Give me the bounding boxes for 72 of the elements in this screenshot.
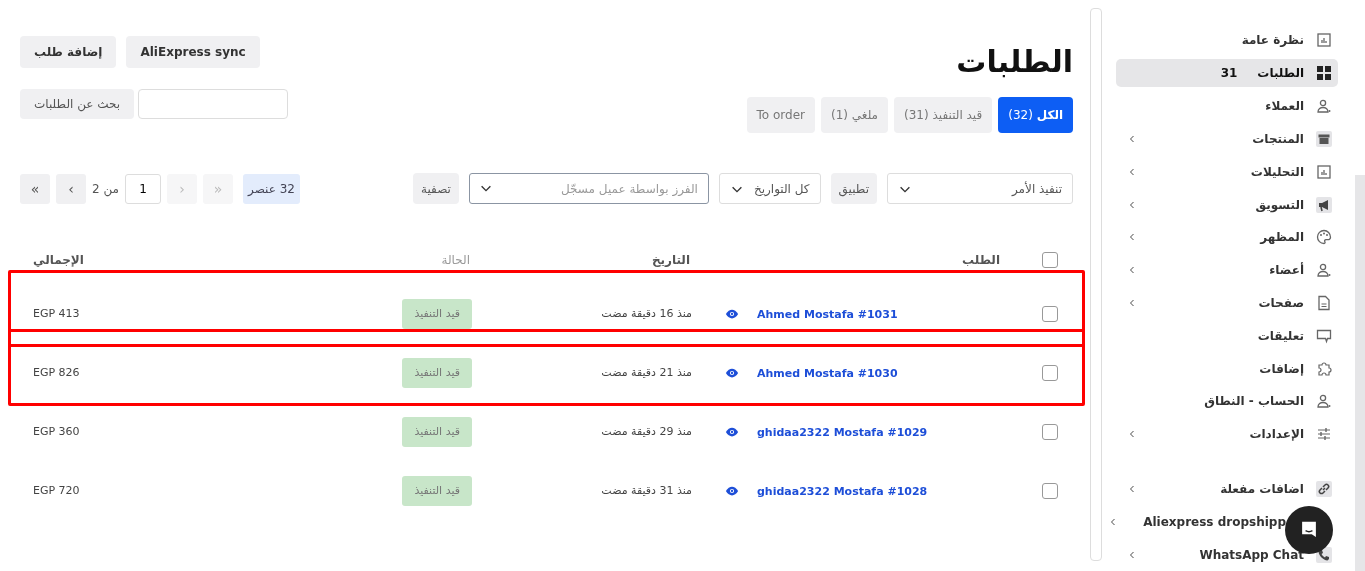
apply-button[interactable]: تطبيق xyxy=(830,173,877,204)
page-total: من 2 xyxy=(92,181,120,196)
sidebar-item[interactable]: نظرة عامة xyxy=(1116,24,1338,57)
link-icon xyxy=(1316,481,1332,497)
puzzle-icon xyxy=(1316,360,1332,377)
filter-button[interactable]: تصفية xyxy=(413,173,459,204)
megaphone-icon xyxy=(1316,196,1332,213)
sidebar-item[interactable]: اضافات مفعلة xyxy=(1116,472,1338,506)
date-text: منذ 31 دقيقة مضت xyxy=(600,484,693,497)
total-text: EGP 360 xyxy=(32,425,81,438)
item-count: 31 xyxy=(1220,65,1238,80)
sidebar-item[interactable]: العملاء xyxy=(1116,89,1338,123)
next-page-button[interactable]: › xyxy=(56,173,86,204)
sidebar-item[interactable]: التسويق xyxy=(1116,188,1338,221)
sidebar-item[interactable]: إضافات xyxy=(1116,352,1338,385)
column-header: الإجمالي xyxy=(32,253,85,267)
column-header: الحالة xyxy=(440,253,471,267)
sidebar-item[interactable]: أعضاء xyxy=(1116,253,1338,287)
sidebar-item[interactable]: تعليقات xyxy=(1116,319,1338,353)
sidebar-item[interactable]: التحليلات xyxy=(1116,155,1338,189)
bar-chart-icon xyxy=(1316,32,1332,49)
status-badge: قيد التنفيذ xyxy=(402,475,472,506)
sidebar-item[interactable]: الإعدادات xyxy=(1116,417,1338,451)
search-button[interactable]: بحث عن الطلبات xyxy=(20,89,135,119)
action-button[interactable]: AliExpress sync xyxy=(126,36,260,68)
scrollbar[interactable] xyxy=(1355,175,1365,571)
page-field[interactable]: 1 xyxy=(125,173,162,204)
order-link[interactable]: ghidaa2322 Mostafa #1029 xyxy=(757,425,928,439)
dropdown[interactable]: كل التواريخ xyxy=(718,173,821,204)
bar-chart-icon xyxy=(1316,163,1332,180)
sidebar-item[interactable]: المظهر xyxy=(1116,220,1338,254)
status-badge: قيد التنفيذ xyxy=(402,416,472,447)
row-checkbox[interactable] xyxy=(1042,305,1058,322)
sidebar-item[interactable]: صفحات xyxy=(1116,286,1338,320)
search-field[interactable] xyxy=(138,89,289,119)
item-count: 32 عنصر xyxy=(243,173,300,204)
users-icon xyxy=(1316,393,1332,410)
total-text: EGP 720 xyxy=(32,484,81,497)
status-badge: قيد التنفيذ xyxy=(402,298,472,329)
box-icon xyxy=(1316,130,1332,147)
users-icon xyxy=(1316,262,1332,279)
column-header: الطلب xyxy=(961,253,1001,267)
total-text: EGP 413 xyxy=(32,307,81,320)
select-all-checkbox[interactable] xyxy=(1042,252,1058,268)
row-checkbox[interactable] xyxy=(1042,423,1058,440)
scrollbar[interactable] xyxy=(1090,8,1102,561)
sidebar-item[interactable]: الحساب - النطاق xyxy=(1116,384,1338,418)
document-icon xyxy=(1316,294,1332,311)
column-header: التاريخ xyxy=(650,253,691,267)
palette-icon xyxy=(1316,229,1332,246)
date-text: منذ 21 دقيقة مضت xyxy=(600,366,693,379)
chat-icon xyxy=(1316,327,1332,344)
page-title: الطلبات xyxy=(956,44,1073,79)
last-page-button[interactable]: » xyxy=(20,173,50,204)
sliders-icon xyxy=(1316,426,1332,443)
dropdown[interactable]: تنفيذ الأمر xyxy=(887,173,1073,204)
users-icon xyxy=(1316,98,1332,115)
order-link[interactable]: Ahmed Mostafa #1031 xyxy=(757,307,898,321)
sidebar-item[interactable]: Aliexpress dropshipp xyxy=(1116,505,1286,539)
date-text: منذ 16 دقيقة مضت xyxy=(600,307,693,320)
order-link[interactable]: Ahmed Mostafa #1030 xyxy=(757,366,898,380)
sidebar-item[interactable]: المنتجات xyxy=(1116,122,1338,156)
grid-icon xyxy=(1316,64,1332,81)
date-text: منذ 29 دقيقة مضت xyxy=(600,425,693,438)
row-checkbox[interactable] xyxy=(1042,482,1058,499)
customer-field[interactable]: الفرز بواسطة عميل مسجّل xyxy=(468,173,709,204)
filter-tab[interactable]: To order xyxy=(746,97,815,133)
row-checkbox[interactable] xyxy=(1042,364,1058,381)
action-button[interactable]: إضافة طلب xyxy=(20,36,117,68)
order-link[interactable]: ghidaa2322 Mostafa #1028 xyxy=(757,484,928,498)
total-text: EGP 826 xyxy=(32,366,81,379)
status-badge: قيد التنفيذ xyxy=(402,357,472,388)
